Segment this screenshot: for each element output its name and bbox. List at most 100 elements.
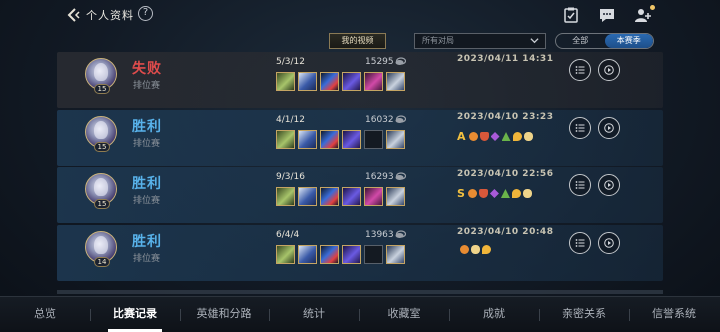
match-details-button[interactable] (569, 59, 591, 81)
hero-level-badge: 15 (94, 84, 110, 94)
clipboard-check-icon[interactable] (562, 6, 580, 24)
performance-badge-icon (523, 132, 533, 141)
grade-label: A (457, 130, 466, 143)
replay-button[interactable] (598, 59, 620, 81)
item-icon (276, 72, 295, 91)
match-row[interactable]: 15 胜利 排位赛 9/3/16 16293 2023/04/10 22:56 … (57, 167, 663, 223)
kda: 4/1/12 (276, 115, 305, 125)
tab-divider (180, 309, 181, 321)
item-icon (320, 187, 339, 206)
match-datetime: 2023/04/10 22:56 (457, 169, 554, 179)
replay-button[interactable] (598, 232, 620, 254)
performance-badge-icon (468, 132, 478, 141)
item-icon (364, 187, 383, 206)
match-mode: 排位赛 (133, 81, 161, 91)
item-icon (298, 130, 317, 149)
season-option-all[interactable]: 全部 (556, 34, 605, 48)
tab-credit-system[interactable]: 信誉系统 (634, 297, 714, 332)
match-details-button[interactable] (569, 117, 591, 139)
help-icon[interactable]: ? (138, 6, 153, 21)
coin-icon (395, 172, 406, 180)
match-details-button[interactable] (569, 232, 591, 254)
tab-achievements[interactable]: 成就 (454, 297, 534, 332)
performance-badge-icon (522, 189, 532, 198)
match-score: 16293 (365, 172, 394, 182)
list-icon (575, 181, 585, 189)
performance-badge-icon (460, 245, 469, 254)
item-list (276, 130, 405, 149)
tab-match-history[interactable]: 比赛记录 (95, 297, 175, 332)
tab-overview[interactable]: 总览 (5, 297, 85, 332)
kda: 9/3/16 (276, 172, 305, 182)
season-option-current[interactable]: 本赛季 (604, 34, 653, 48)
match-row[interactable]: 14 胜利 排位赛 6/4/4 13963 2023/04/10 20:48 (57, 225, 663, 281)
item-icon (386, 130, 405, 149)
friends-icon[interactable] (634, 6, 652, 24)
item-icon (342, 187, 361, 206)
tab-divider (629, 309, 630, 321)
hero-level-badge: 15 (94, 142, 110, 152)
match-result: 胜利 (132, 119, 162, 135)
replay-button[interactable] (598, 174, 620, 196)
performance-badge-icon (489, 189, 499, 198)
match-result: 胜利 (132, 234, 162, 250)
item-icon (276, 245, 295, 264)
season-toggle[interactable]: 全部 本赛季 (555, 33, 654, 49)
performance-badge-icon (471, 245, 480, 254)
match-filter-select[interactable]: 所有对局 (414, 33, 546, 49)
match-score: 16032 (365, 115, 394, 125)
kda: 6/4/4 (276, 230, 300, 240)
item-icon (276, 130, 295, 149)
match-details-button[interactable] (569, 174, 591, 196)
performance-badges: A (457, 130, 533, 143)
grade-label: S (457, 187, 465, 200)
performance-badge-icon (501, 132, 511, 141)
tab-divider (269, 309, 270, 321)
coin-icon (395, 57, 406, 65)
item-list (276, 187, 405, 206)
match-score: 13963 (365, 230, 394, 240)
match-row[interactable]: 15 胜利 排位赛 4/1/12 16032 2023/04/10 23:23 … (57, 110, 663, 166)
item-icon (342, 130, 361, 149)
item-list (276, 245, 405, 264)
item-icon (320, 130, 339, 149)
replay-button[interactable] (598, 117, 620, 139)
notification-dot (650, 5, 655, 10)
tab-divider (359, 309, 360, 321)
tab-heroes-lanes[interactable]: 英雄和分路 (184, 297, 264, 332)
next-row-edge (57, 290, 663, 294)
empty-item-slot (364, 130, 383, 149)
tab-collection[interactable]: 收藏室 (364, 297, 444, 332)
back-icon[interactable] (64, 6, 82, 24)
item-list (276, 72, 405, 91)
performance-badge-icon (500, 189, 510, 198)
chevron-down-icon (530, 38, 539, 44)
play-circle-icon (604, 238, 614, 248)
page-title: 个人资料 (86, 9, 134, 22)
tab-divider (539, 309, 540, 321)
tab-relationships[interactable]: 亲密关系 (544, 297, 624, 332)
item-icon (342, 72, 361, 91)
title-bar: 个人资料 ? (0, 0, 720, 30)
match-filter-value: 所有对局 (422, 36, 454, 45)
item-icon (386, 187, 405, 206)
item-icon (320, 72, 339, 91)
item-icon (298, 72, 317, 91)
item-icon (386, 72, 405, 91)
match-row[interactable]: 15 失败 排位赛 5/3/12 15295 2023/04/11 14:31 (57, 52, 663, 108)
play-circle-icon (604, 180, 614, 190)
item-icon (386, 245, 405, 264)
tab-statistics[interactable]: 统计 (274, 297, 354, 332)
kda: 5/3/12 (276, 57, 305, 67)
item-icon (298, 245, 317, 264)
match-result: 失败 (132, 61, 162, 77)
match-score: 15295 (365, 57, 394, 67)
tab-divider (90, 309, 91, 321)
performance-badge-icon (511, 189, 521, 198)
chat-icon[interactable] (598, 6, 616, 24)
match-result: 胜利 (132, 176, 162, 192)
my-videos-button[interactable]: 我的视频 (329, 33, 386, 49)
performance-badge-icon (479, 132, 489, 141)
coin-icon (395, 230, 406, 238)
play-circle-icon (604, 123, 614, 133)
